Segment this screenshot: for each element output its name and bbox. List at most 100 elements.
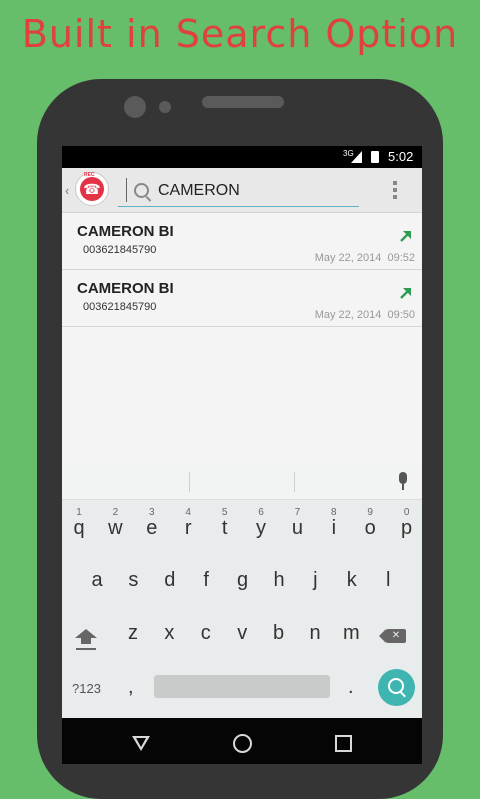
phone-number: 003621845790 — [83, 301, 157, 313]
contact-name: CAMERON BI — [77, 223, 174, 240]
key-f[interactable]: f — [188, 569, 224, 592]
call-date: May 22, 2014 — [314, 309, 382, 321]
shift-icon-base — [81, 638, 91, 644]
phone-screen: 3G 5:02 ‹ REC ☎ CAMERON BI 003621845790 Ma… — [62, 146, 422, 764]
key-label: g — [237, 569, 249, 591]
call-list: CAMERON BI 003621845790 May 22, 2014 09:52… — [62, 213, 422, 327]
call-log-row[interactable]: CAMERON BI 003621845790 May 22, 2014 09:50 — [62, 270, 422, 327]
call-time: 09:50 — [387, 309, 415, 321]
comma-key[interactable]: , — [128, 676, 134, 699]
call-log-row[interactable]: CAMERON BI 003621845790 May 22, 2014 09:52 — [62, 213, 422, 270]
key-label: a — [91, 569, 103, 591]
proximity-sensor — [159, 101, 171, 113]
overflow-menu-icon[interactable] — [392, 181, 398, 201]
key-w[interactable]: w2 — [97, 507, 133, 540]
key-label: n — [309, 622, 321, 644]
search-icon-handle — [399, 691, 406, 698]
key-g[interactable]: g — [225, 569, 261, 592]
key-label: j — [313, 569, 318, 591]
nav-recents-icon[interactable] — [335, 735, 352, 752]
key-label: s — [128, 569, 139, 591]
key-label: t — [221, 517, 228, 539]
soft-keyboard: ✕ ?123 , . q1w2e3r4t5y6u7i8o9p0asdfghjkl… — [62, 464, 422, 718]
phone-number: 003621845790 — [83, 244, 157, 256]
app-bar: ‹ REC ☎ — [62, 168, 422, 213]
key-e[interactable]: e3 — [134, 507, 170, 540]
period-key[interactable]: . — [348, 676, 354, 699]
shift-icon[interactable] — [75, 629, 97, 638]
key-hint: 7 — [294, 507, 301, 518]
key-hint: 4 — [185, 507, 191, 518]
key-k[interactable]: k — [334, 569, 370, 592]
key-label: w — [108, 517, 123, 539]
key-label: m — [343, 622, 360, 644]
nav-back-icon[interactable] — [132, 736, 150, 751]
search-action-key[interactable] — [378, 669, 415, 706]
key-d[interactable]: d — [152, 569, 188, 592]
key-label: i — [331, 517, 337, 539]
key-u[interactable]: u7 — [279, 507, 315, 540]
key-x[interactable]: x — [151, 622, 187, 645]
space-key[interactable] — [154, 675, 330, 698]
key-label: r — [184, 517, 192, 539]
back-chevron-icon[interactable]: ‹ — [65, 183, 69, 198]
search-input[interactable] — [158, 181, 353, 201]
key-l[interactable]: l — [370, 569, 406, 592]
key-y[interactable]: y6 — [243, 507, 279, 540]
key-h[interactable]: h — [261, 569, 297, 592]
status-time: 5:02 — [388, 149, 414, 164]
status-bar: 3G 5:02 — [62, 146, 422, 168]
text-cursor — [126, 178, 127, 202]
key-label: y — [256, 517, 266, 539]
outgoing-call-icon — [400, 231, 411, 242]
key-label: x — [164, 622, 175, 644]
app-logo[interactable]: REC ☎ — [75, 172, 109, 206]
key-r[interactable]: r4 — [170, 507, 206, 540]
promo-title: Built in Search Option — [21, 12, 459, 56]
key-v[interactable]: v — [224, 622, 260, 645]
key-label: o — [364, 517, 376, 539]
suggestion-strip — [62, 464, 422, 500]
contact-name: CAMERON BI — [77, 280, 174, 297]
key-z[interactable]: z — [115, 622, 151, 645]
key-label: b — [273, 622, 285, 644]
key-hint: 0 — [403, 507, 410, 518]
key-label: f — [203, 569, 209, 591]
key-hint: 1 — [76, 507, 82, 518]
key-label: p — [401, 517, 413, 539]
key-label: q — [73, 517, 85, 539]
key-n[interactable]: n — [297, 622, 333, 645]
key-o[interactable]: o9 — [352, 507, 388, 540]
earpiece-speaker — [202, 96, 284, 108]
phone-icon: ☎ — [80, 177, 104, 201]
key-j[interactable]: j — [297, 569, 333, 592]
suggestion-divider — [294, 472, 295, 492]
key-label: v — [237, 622, 248, 644]
key-hint: 5 — [221, 507, 228, 518]
key-s[interactable]: s — [115, 569, 151, 592]
key-b[interactable]: b — [261, 622, 297, 645]
front-camera — [124, 96, 146, 118]
key-i[interactable]: i8 — [316, 507, 352, 540]
key-label: z — [128, 622, 138, 644]
key-t[interactable]: t5 — [207, 507, 243, 540]
symbols-key[interactable]: ?123 — [72, 681, 101, 696]
key-label: h — [273, 569, 285, 591]
battery-icon — [371, 151, 379, 163]
outgoing-call-icon — [400, 288, 411, 299]
key-label: k — [346, 569, 357, 591]
key-p[interactable]: p0 — [389, 507, 422, 540]
key-label: c — [200, 622, 211, 644]
key-c[interactable]: c — [188, 622, 224, 645]
navigation-bar — [62, 718, 422, 764]
call-date: May 22, 2014 — [314, 252, 382, 264]
call-timestamp: May 22, 2014 09:52 — [315, 252, 415, 264]
backspace-icon[interactable]: ✕ — [379, 629, 406, 643]
search-box[interactable] — [118, 176, 359, 207]
microphone-icon[interactable] — [399, 472, 407, 484]
key-q[interactable]: q1 — [62, 507, 97, 540]
microphone-icon-stand — [402, 484, 404, 490]
key-m[interactable]: m — [333, 622, 369, 645]
key-a[interactable]: a — [79, 569, 115, 592]
nav-home-icon[interactable] — [233, 734, 252, 753]
